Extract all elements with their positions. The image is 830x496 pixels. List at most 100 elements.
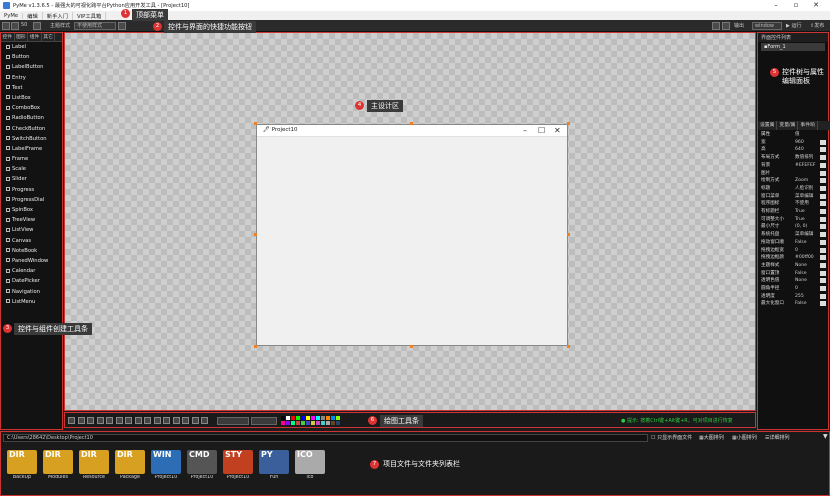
palette-swatch[interactable] — [281, 416, 285, 420]
property-value[interactable]: False — [795, 270, 807, 278]
widget-item[interactable]: ListView — [1, 225, 62, 235]
preview-icon[interactable] — [722, 22, 730, 30]
run-button[interactable]: ▶ 运行 — [786, 22, 801, 29]
property-value[interactable]: 数值排列 — [795, 154, 813, 162]
property-edit-button[interactable] — [820, 239, 826, 245]
property-value[interactable]: (0, 0) — [795, 223, 807, 231]
property-row[interactable]: 拖拽边框宽 0 — [761, 247, 827, 255]
line-width-select[interactable] — [217, 417, 249, 425]
draw-tool-icon[interactable] — [77, 417, 85, 424]
property-edit-button[interactable] — [820, 262, 826, 268]
widget-item[interactable]: PanedWindow — [1, 256, 62, 266]
property-value[interactable]: 菜单编辑 — [795, 193, 813, 201]
widget-item[interactable]: Scale — [1, 164, 62, 174]
palette-swatch[interactable] — [301, 421, 305, 425]
palette-swatch[interactable] — [326, 421, 330, 425]
draw-tool-icon[interactable] — [125, 417, 132, 424]
widget-item[interactable]: CheckButton — [1, 124, 62, 134]
property-row[interactable]: 宽 960 — [761, 139, 827, 147]
form-close-icon[interactable]: ✕ — [554, 125, 561, 137]
file-item[interactable]: DIR BackUp — [7, 450, 37, 482]
collapse-icon[interactable]: ▼ — [823, 433, 828, 440]
property-value[interactable]: #00ff00 — [795, 254, 814, 262]
tab-events[interactable]: 事件响 — [798, 121, 818, 130]
property-value[interactable]: False — [795, 239, 807, 247]
widget-item[interactable]: LabelButton — [1, 62, 62, 72]
file-item[interactable]: ICO ico — [295, 450, 325, 482]
property-row[interactable]: 有标题栏 True — [761, 208, 827, 216]
property-row[interactable]: 系统托盘 菜单编辑 — [761, 231, 827, 239]
draw-tool-icon[interactable] — [191, 417, 199, 424]
style-edit-icon[interactable] — [118, 22, 126, 30]
widget-item[interactable]: TreeView — [1, 215, 62, 225]
palette-swatch[interactable] — [321, 421, 325, 425]
property-value[interactable]: True — [795, 216, 805, 224]
view-detail[interactable]: ☰详细排列 — [765, 434, 790, 441]
property-row[interactable]: 属性 值 — [761, 131, 827, 139]
view-only-ui[interactable]: ☐ 只显示界面文件 — [651, 434, 692, 441]
palette-swatch[interactable] — [306, 421, 310, 425]
output-button[interactable]: 输出 — [734, 22, 744, 29]
palette-swatch[interactable] — [336, 421, 340, 425]
tab-controls[interactable]: 控件 — [1, 33, 15, 41]
property-edit-button[interactable] — [820, 301, 826, 307]
property-value[interactable]: 人脸识别 — [795, 185, 813, 193]
tab-variables[interactable]: 变量/属 — [777, 121, 799, 130]
menu-item-pyme[interactable]: PyMe — [0, 12, 24, 19]
widget-item[interactable]: Button — [1, 52, 62, 62]
property-edit-button[interactable] — [820, 178, 826, 184]
widget-item[interactable]: Navigation — [1, 287, 62, 297]
property-edit-button[interactable] — [820, 185, 826, 191]
property-value[interactable]: 640 — [795, 146, 804, 154]
menu-item-vip-toolbox[interactable]: VIP工具箱 — [73, 11, 107, 20]
tree-item-form[interactable]: ▪Form_1 — [761, 43, 825, 51]
property-row[interactable]: 圆角半径 0 — [761, 285, 827, 293]
property-value[interactable]: None — [795, 262, 807, 270]
property-row[interactable]: 透明色值 None — [761, 277, 827, 285]
view-large[interactable]: ▦大图排列 — [699, 434, 724, 441]
property-value[interactable]: 0 — [795, 247, 798, 255]
property-row[interactable]: 拖拽边框颜 #00ff00 — [761, 254, 827, 262]
property-value[interactable]: #EFEFEF — [795, 162, 815, 170]
property-row[interactable]: 图片 — [761, 170, 827, 178]
new-form-icon[interactable] — [2, 22, 10, 30]
file-item[interactable]: PY Fun — [259, 450, 289, 482]
widget-item[interactable]: LabelFrame — [1, 144, 62, 154]
property-edit-button[interactable] — [820, 170, 826, 176]
widget-item[interactable]: SwitchButton — [1, 134, 62, 144]
palette-swatch[interactable] — [311, 416, 315, 420]
palette-swatch[interactable] — [331, 416, 335, 420]
widget-item[interactable]: ListMenu — [1, 297, 62, 307]
design-form[interactable]: 🖋 Project10 – ☐ ✕ — [256, 124, 568, 346]
property-row[interactable]: 绘制方式 Zoom — [761, 177, 827, 185]
widget-item[interactable]: Calendar — [1, 266, 62, 276]
draw-tool-icon[interactable] — [172, 417, 180, 424]
line-style-select[interactable] — [251, 417, 277, 425]
widget-item[interactable]: Entry — [1, 73, 62, 83]
close-icon[interactable]: ✕ — [806, 0, 826, 11]
grid-icon[interactable] — [11, 22, 19, 30]
property-edit-button[interactable] — [820, 147, 826, 153]
property-value[interactable]: Zoom — [795, 177, 808, 185]
palette-swatch[interactable] — [326, 416, 330, 420]
property-edit-button[interactable] — [820, 193, 826, 199]
draw-tool-icon[interactable] — [87, 417, 94, 424]
publish-button[interactable]: ⇧发布 — [810, 22, 824, 29]
draw-tool-icon[interactable] — [106, 417, 113, 424]
widget-item[interactable]: Slider — [1, 174, 62, 184]
palette-swatch[interactable] — [281, 421, 285, 425]
property-edit-button[interactable] — [820, 155, 826, 161]
draw-tool-icon[interactable] — [163, 417, 170, 424]
property-row[interactable]: 最小尺寸 (0, 0) — [761, 223, 827, 231]
palette-swatch[interactable] — [336, 416, 340, 420]
property-row[interactable]: 主题样式 None — [761, 262, 827, 270]
draw-tool-icon[interactable] — [96, 417, 104, 424]
property-edit-button[interactable] — [820, 286, 826, 291]
palette-swatch[interactable] — [311, 421, 315, 425]
property-edit-button[interactable] — [820, 162, 826, 168]
property-edit-button[interactable] — [820, 270, 826, 276]
widget-item[interactable]: Text — [1, 83, 62, 93]
maximize-icon[interactable]: ▫ — [786, 0, 806, 11]
property-value[interactable]: 值 — [795, 131, 800, 139]
draw-tool-icon[interactable] — [153, 417, 161, 424]
